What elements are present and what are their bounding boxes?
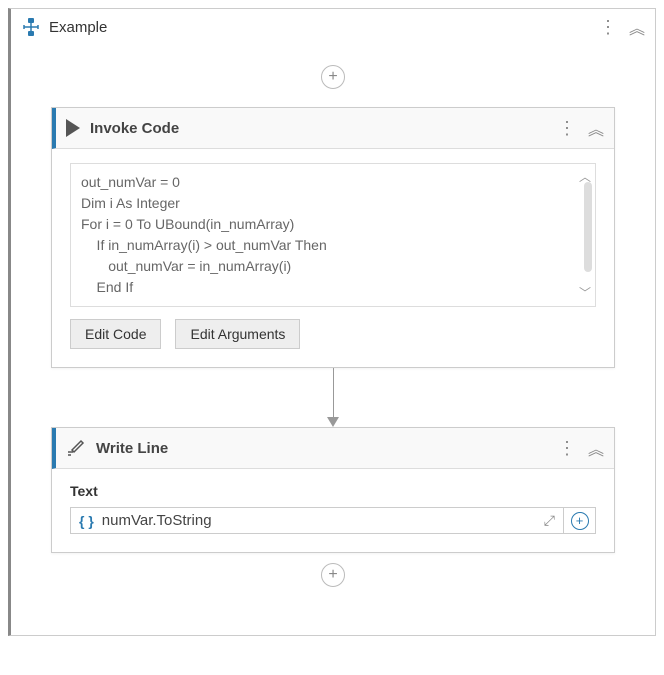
connector-line (333, 368, 334, 418)
write-line-header: Write Line ⋮ ︽ (52, 428, 614, 469)
connector-arrowhead-icon (327, 417, 339, 427)
connector-arrow (51, 368, 615, 427)
invoke-code-title[interactable]: Invoke Code (90, 120, 548, 137)
write-line-collapse-button[interactable]: ︽ (588, 436, 604, 460)
write-line-icon (66, 438, 86, 458)
sequence-header: Example ⋮ ︽ (11, 9, 655, 45)
edit-arguments-button[interactable]: Edit Arguments (175, 319, 300, 349)
text-expression-value: numVar.ToString (102, 512, 536, 529)
plus-circle-icon: + (571, 512, 589, 530)
invoke-code-header: Invoke Code ⋮ ︽ (52, 108, 614, 149)
code-line: End If (81, 277, 585, 298)
code-line: If in_numArray(i) > out_numVar Then (81, 235, 585, 256)
write-line-activity[interactable]: Write Line ⋮ ︽ Text { } numVar.ToString … (51, 427, 615, 553)
invoke-code-buttons: Edit Code Edit Arguments (70, 319, 596, 349)
code-line: out_numVar = in_numArray(i) (81, 256, 585, 277)
text-property-label: Text (70, 483, 596, 499)
sequence-container: Example ⋮ ︽ + Invoke Code ⋮ ︽ ︿ (8, 8, 656, 636)
add-bottom-row: + (51, 553, 615, 605)
sequence-body: + Invoke Code ⋮ ︽ ︿ out_numVar = 0 Dim i… (11, 45, 655, 635)
text-expression-input[interactable]: { } numVar.ToString ⤢ (70, 507, 564, 534)
add-activity-button[interactable]: + (321, 65, 345, 89)
add-expression-button[interactable]: + (564, 507, 596, 534)
code-preview[interactable]: ︿ out_numVar = 0 Dim i As Integer For i … (70, 163, 596, 307)
sequence-icon (21, 17, 41, 37)
invoke-code-body: ︿ out_numVar = 0 Dim i As Integer For i … (52, 149, 614, 367)
code-line: Dim i As Integer (81, 193, 585, 214)
scrollbar[interactable] (584, 182, 592, 272)
invoke-code-collapse-button[interactable]: ︽ (588, 116, 604, 140)
expression-brace-icon: { } (79, 513, 94, 529)
code-line: out_numVar = 0 (81, 172, 585, 193)
invoke-code-activity[interactable]: Invoke Code ⋮ ︽ ︿ out_numVar = 0 Dim i A… (51, 107, 615, 368)
sequence-collapse-button[interactable]: ︽ (629, 15, 645, 39)
write-line-body: Text { } numVar.ToString ⤢ + (52, 469, 614, 552)
write-line-options-button[interactable]: ⋮ (558, 439, 576, 457)
add-activity-button[interactable]: + (321, 563, 345, 587)
edit-code-button[interactable]: Edit Code (70, 319, 161, 349)
scroll-down-icon[interactable]: ﹀ (579, 284, 591, 302)
expand-expression-button[interactable]: ⤢ (544, 512, 555, 529)
sequence-title[interactable]: Example (49, 19, 591, 36)
invoke-code-options-button[interactable]: ⋮ (558, 119, 576, 137)
add-top-row: + (51, 55, 615, 107)
sequence-options-button[interactable]: ⋮ (599, 18, 617, 36)
write-line-title[interactable]: Write Line (96, 440, 548, 457)
code-line: For i = 0 To UBound(in_numArray) (81, 214, 585, 235)
text-expression-row: { } numVar.ToString ⤢ + (70, 507, 596, 534)
invoke-code-icon (66, 119, 80, 137)
